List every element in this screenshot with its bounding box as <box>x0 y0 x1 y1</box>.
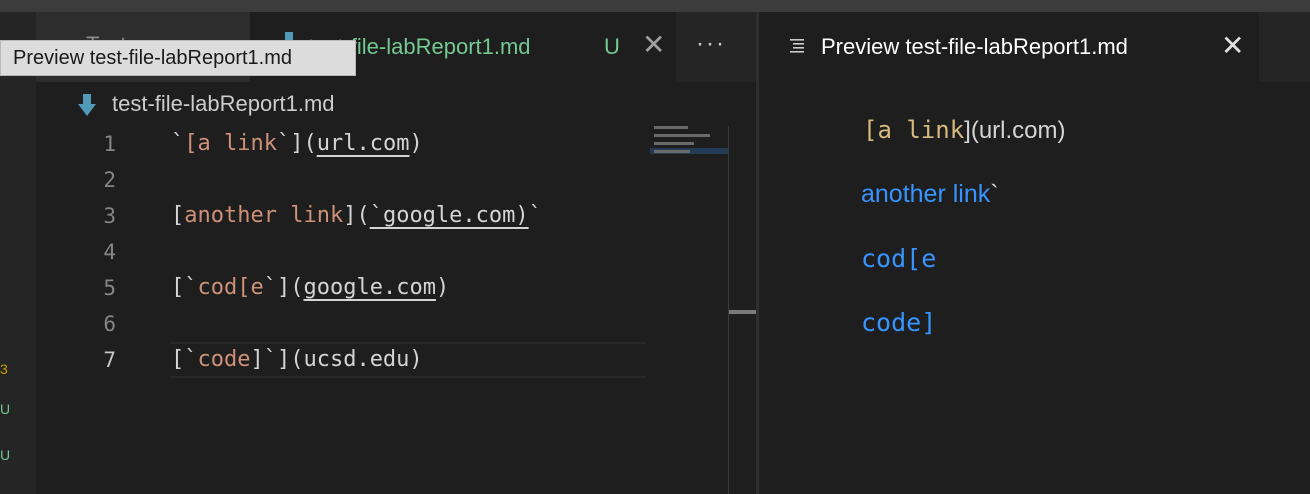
markdown-preview: [a link](url.com) another link` cod[e co… <box>759 82 1310 494</box>
scm-decoration-icon: U <box>0 401 11 417</box>
line-number: 7 <box>103 348 116 372</box>
code-line: 1 `[a link`](url.com) <box>36 126 646 162</box>
code-text: [`code]`](ucsd.edu) <box>171 347 423 372</box>
line-number: 2 <box>103 168 116 192</box>
code-text: `[a link`](url.com) <box>171 131 423 156</box>
tooltip: Preview test-file-labReport1.md <box>0 40 356 76</box>
preview-tab-bar: Preview test-file-labReport1.md ✕ <box>759 12 1310 82</box>
close-icon[interactable]: ✕ <box>1221 29 1244 62</box>
scrollbar-thumb[interactable] <box>729 310 757 314</box>
breadcrumb-file-label: test-file-labReport1.md <box>112 91 335 116</box>
line-number: 6 <box>103 312 116 336</box>
preview-icon <box>790 39 804 53</box>
code-link: `google.com) <box>369 203 529 228</box>
code-line: 5 [`cod[e`](google.com) <box>36 270 646 306</box>
code-text: [another link](`google.com)` <box>171 203 542 228</box>
more-actions-icon[interactable]: ··· <box>696 30 726 58</box>
inline-code: [a link <box>863 116 965 144</box>
preview-paragraph: code] <box>861 308 936 337</box>
line-number: 4 <box>103 240 116 264</box>
title-bar <box>0 0 1310 12</box>
code-text: [`cod[e`](google.com) <box>171 275 450 300</box>
tab-label: Preview test-file-labReport1.md <box>821 34 1128 59</box>
code-editor[interactable]: 1 `[a link`](url.com) 2 3 [another link]… <box>36 124 756 494</box>
preview-paragraph: another link` <box>861 180 999 209</box>
code-line: 3 [another link](`google.com)` <box>36 198 646 234</box>
close-icon[interactable]: ✕ <box>642 28 665 61</box>
code-line: 4 <box>36 234 646 270</box>
code-link: url.com <box>316 131 410 156</box>
minimap[interactable] <box>650 124 728 184</box>
preview-paragraph: [a link](url.com) <box>863 116 1066 145</box>
preview-text: ` <box>990 180 999 208</box>
line-number: 5 <box>103 276 116 300</box>
preview-link-google[interactable]: another link <box>861 180 990 208</box>
scm-decoration-icon: U <box>0 447 11 463</box>
vertical-scrollbar[interactable] <box>728 126 757 494</box>
code-line: 6 <box>36 306 646 342</box>
code-line: 7 [`code]`](ucsd.edu) <box>36 342 646 378</box>
preview-link-cod-e[interactable]: cod[e <box>861 244 936 273</box>
line-number: 1 <box>103 132 116 156</box>
code-line: 2 <box>36 162 646 198</box>
preview-paragraph: cod[e <box>861 244 936 273</box>
tab-preview[interactable]: Preview test-file-labReport1.md ✕ <box>759 12 1259 82</box>
preview-link-code[interactable]: code] <box>861 308 936 337</box>
code-link: google.com <box>303 275 436 300</box>
activity-bar: 3 U U <box>0 12 36 494</box>
untracked-badge: U <box>604 34 620 59</box>
scm-decoration-icon: 3 <box>0 361 8 377</box>
vscode-window: 3 U U Test test-file-labReport1.md U ✕ ·… <box>0 0 1310 494</box>
preview-text: ](url.com) <box>964 117 1066 144</box>
markdown-file-icon <box>78 94 96 116</box>
line-number: 3 <box>103 204 116 228</box>
